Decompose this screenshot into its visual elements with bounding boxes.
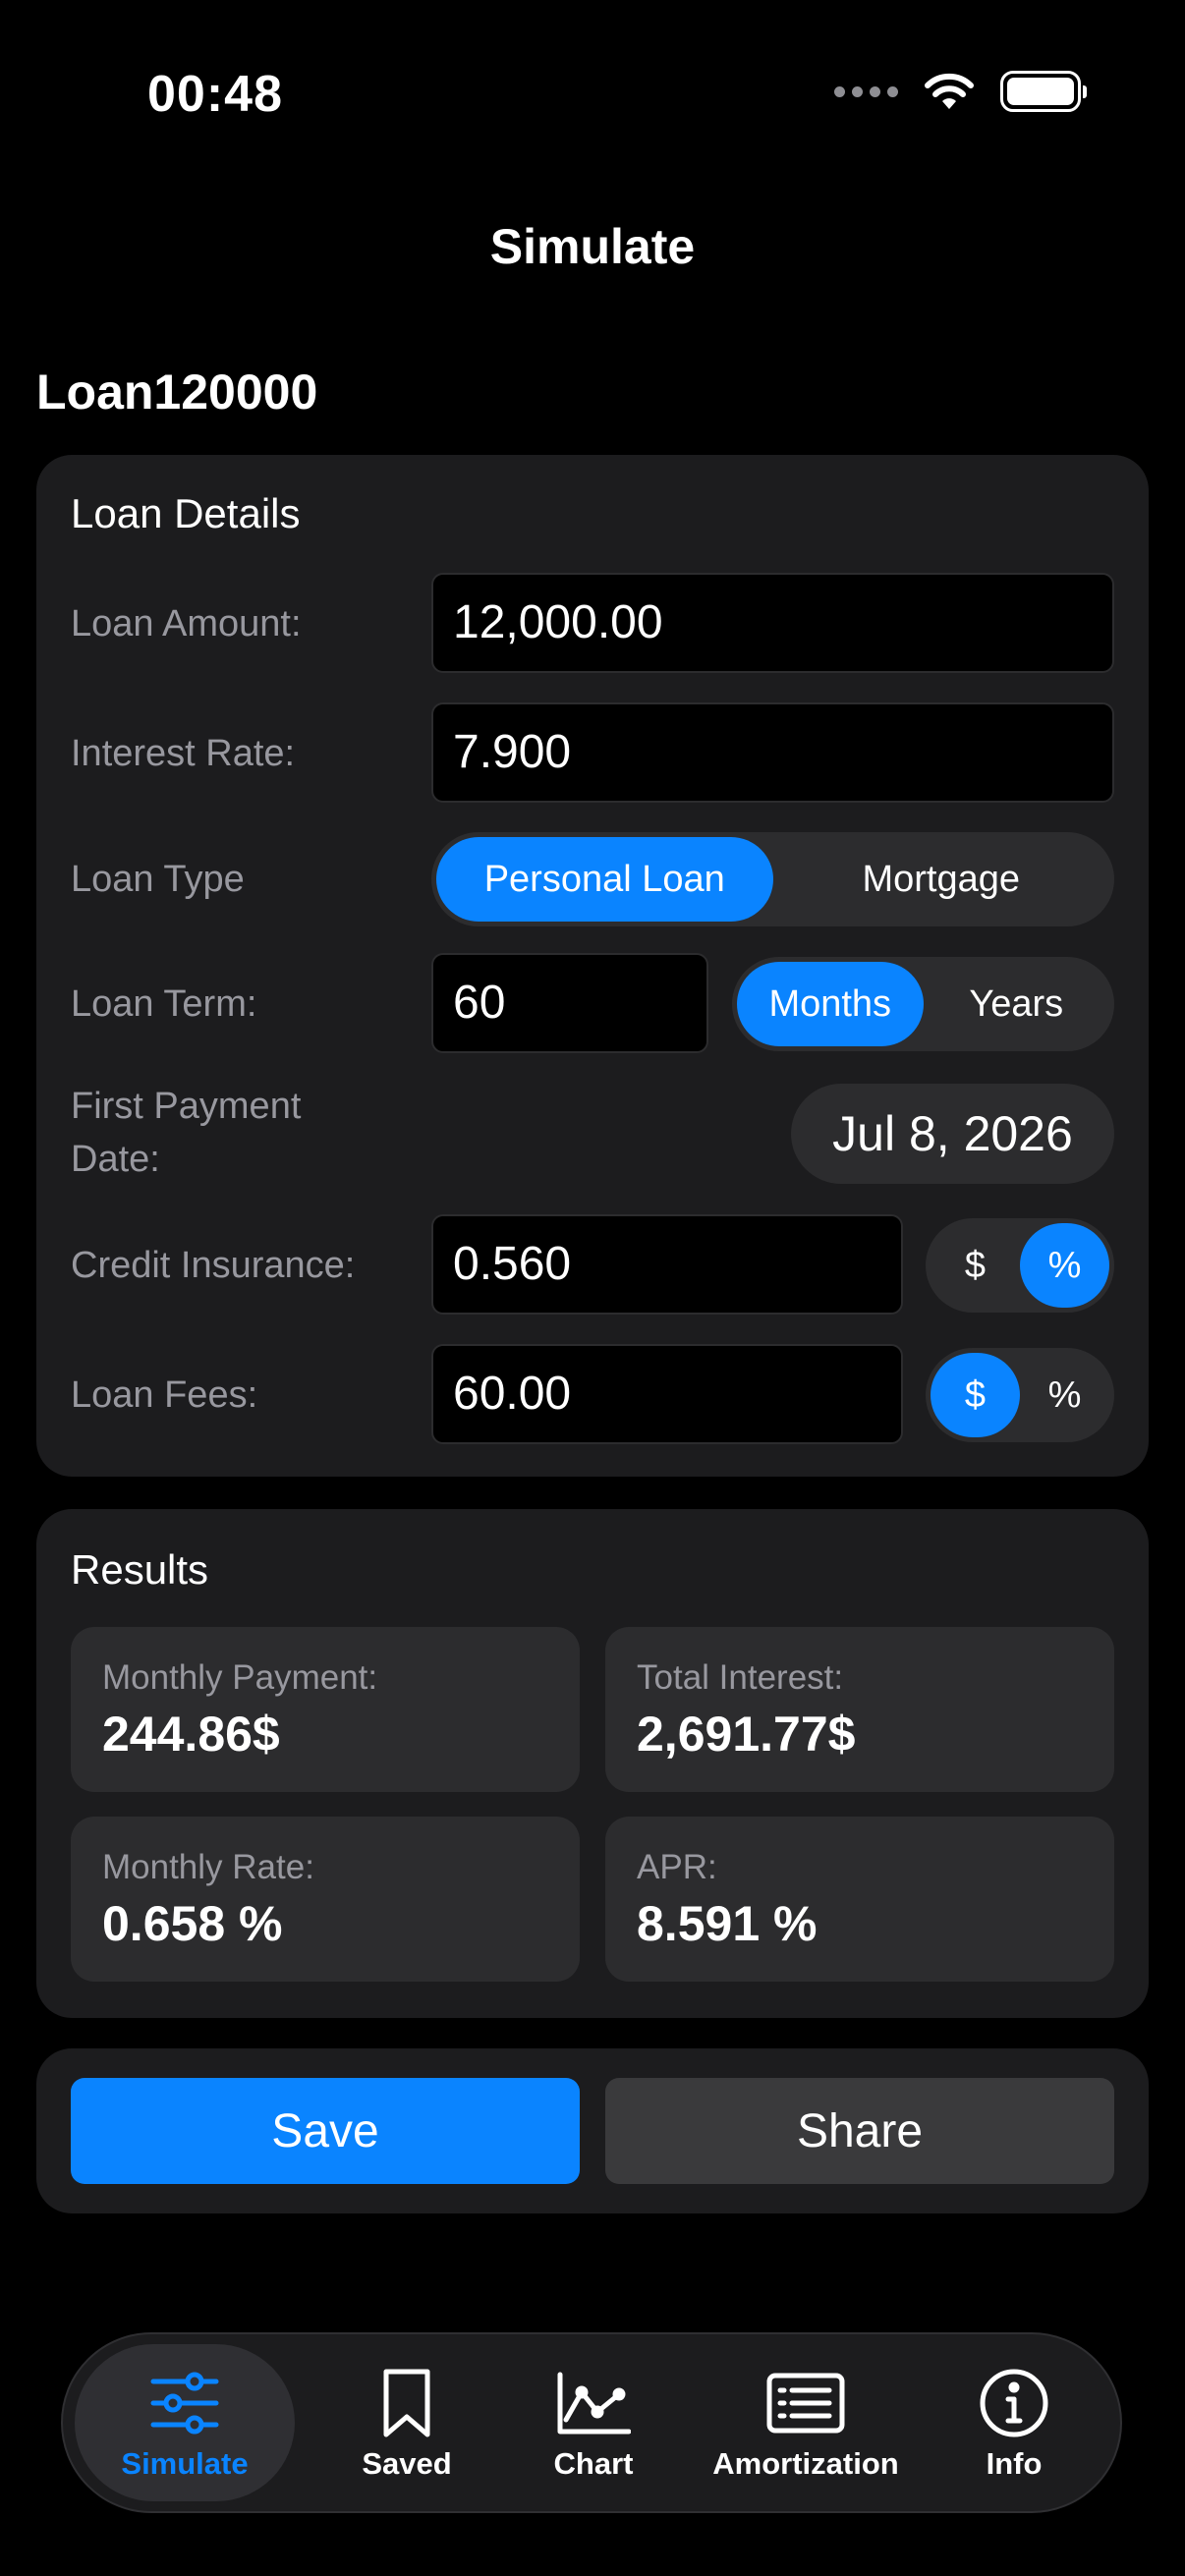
loan-details-title: Loan Details	[71, 490, 301, 536]
loan-fees-unit-control[interactable]: $ %	[926, 1348, 1114, 1442]
bookmark-icon	[367, 2364, 446, 2442]
credit-insurance-percent-option[interactable]: %	[1020, 1223, 1109, 1308]
loan-amount-input[interactable]: 12,000.00	[431, 573, 1114, 673]
tab-simulate-label: Simulate	[121, 2446, 249, 2481]
total-interest-label: Total Interest:	[637, 1658, 844, 1697]
credit-insurance-unit-control[interactable]: $ %	[926, 1218, 1114, 1313]
loan-type-segmented-control[interactable]: Personal Loan Mortgage	[431, 832, 1114, 926]
page-title: Simulate	[489, 219, 696, 274]
total-interest-tile: Total Interest: 2,691.77$	[605, 1627, 1114, 1792]
battery-icon	[1000, 71, 1087, 112]
status-time: 00:48	[147, 66, 283, 123]
term-years-option[interactable]: Years	[924, 962, 1110, 1046]
loan-fees-dollar-option[interactable]: $	[931, 1353, 1020, 1437]
loan-amount-label: Loan Amount:	[71, 603, 302, 644]
tab-amortization[interactable]: Amortization	[688, 2344, 924, 2501]
actions-card: Save Share	[36, 2048, 1149, 2213]
monthly-rate-value: 0.658 %	[102, 1896, 283, 1951]
monthly-rate-label: Monthly Rate:	[102, 1848, 314, 1886]
credit-insurance-label: Credit Insurance:	[71, 1245, 356, 1286]
list-table-icon	[766, 2364, 845, 2442]
loan-fees-percent-option[interactable]: %	[1020, 1353, 1109, 1437]
interest-rate-label: Interest Rate:	[71, 733, 296, 774]
tab-saved[interactable]: Saved	[324, 2344, 489, 2501]
apr-label: APR:	[637, 1848, 717, 1886]
tab-amortization-label: Amortization	[712, 2446, 899, 2481]
term-months-option[interactable]: Months	[737, 962, 924, 1046]
loan-type-label: Loan Type	[71, 859, 245, 900]
tab-bar: Simulate Saved Chart Amortization Info	[61, 2332, 1122, 2513]
loan-term-input[interactable]: 60	[431, 953, 708, 1053]
loan-fees-input[interactable]: 60.00	[431, 1344, 903, 1444]
tab-chart[interactable]: Chart	[511, 2344, 676, 2501]
results-title: Results	[71, 1546, 209, 1593]
loan-term-unit-control[interactable]: Months Years	[732, 957, 1114, 1051]
cellular-signal-icon	[834, 85, 898, 97]
tab-chart-label: Chart	[553, 2446, 634, 2481]
monthly-payment-tile: Monthly Payment: 244.86$	[71, 1627, 580, 1792]
line-chart-icon	[554, 2364, 633, 2442]
share-button[interactable]: Share	[605, 2078, 1114, 2184]
monthly-payment-label: Monthly Payment:	[102, 1658, 378, 1697]
save-button[interactable]: Save	[71, 2078, 580, 2184]
simulation-name: Loan120000	[36, 364, 318, 420]
wifi-icon	[925, 73, 974, 109]
loan-type-mortgage-option[interactable]: Mortgage	[773, 837, 1110, 922]
first-payment-date-label: First Payment Date:	[71, 1080, 301, 1186]
status-indicators	[834, 71, 1087, 112]
results-card: Results Monthly Payment: 244.86$ Total I…	[36, 1509, 1149, 2018]
first-payment-date-picker[interactable]: Jul 8, 2026	[791, 1084, 1114, 1184]
monthly-rate-tile: Monthly Rate: 0.658 %	[71, 1817, 580, 1982]
credit-insurance-dollar-option[interactable]: $	[931, 1223, 1020, 1308]
loan-details-card: Loan Details Loan Amount: 12,000.00 Inte…	[36, 455, 1149, 1477]
tab-info[interactable]: Info	[931, 2344, 1097, 2501]
apr-tile: APR: 8.591 %	[605, 1817, 1114, 1982]
apr-value: 8.591 %	[637, 1896, 818, 1951]
tab-info-label: Info	[986, 2446, 1043, 2481]
total-interest-value: 2,691.77$	[637, 1707, 856, 1762]
tab-simulate[interactable]: Simulate	[75, 2344, 295, 2501]
loan-type-personal-option[interactable]: Personal Loan	[436, 837, 773, 922]
credit-insurance-input[interactable]: 0.560	[431, 1214, 903, 1315]
loan-fees-label: Loan Fees:	[71, 1374, 258, 1416]
tab-saved-label: Saved	[362, 2446, 452, 2481]
first-payment-label-line1: First Payment	[71, 1086, 302, 1127]
first-payment-label-line2: Date:	[71, 1139, 160, 1180]
sliders-icon	[145, 2364, 224, 2442]
loan-term-label: Loan Term:	[71, 983, 257, 1025]
interest-rate-input[interactable]: 7.900	[431, 702, 1114, 803]
monthly-payment-value: 244.86$	[102, 1707, 280, 1762]
info-icon	[975, 2364, 1053, 2442]
